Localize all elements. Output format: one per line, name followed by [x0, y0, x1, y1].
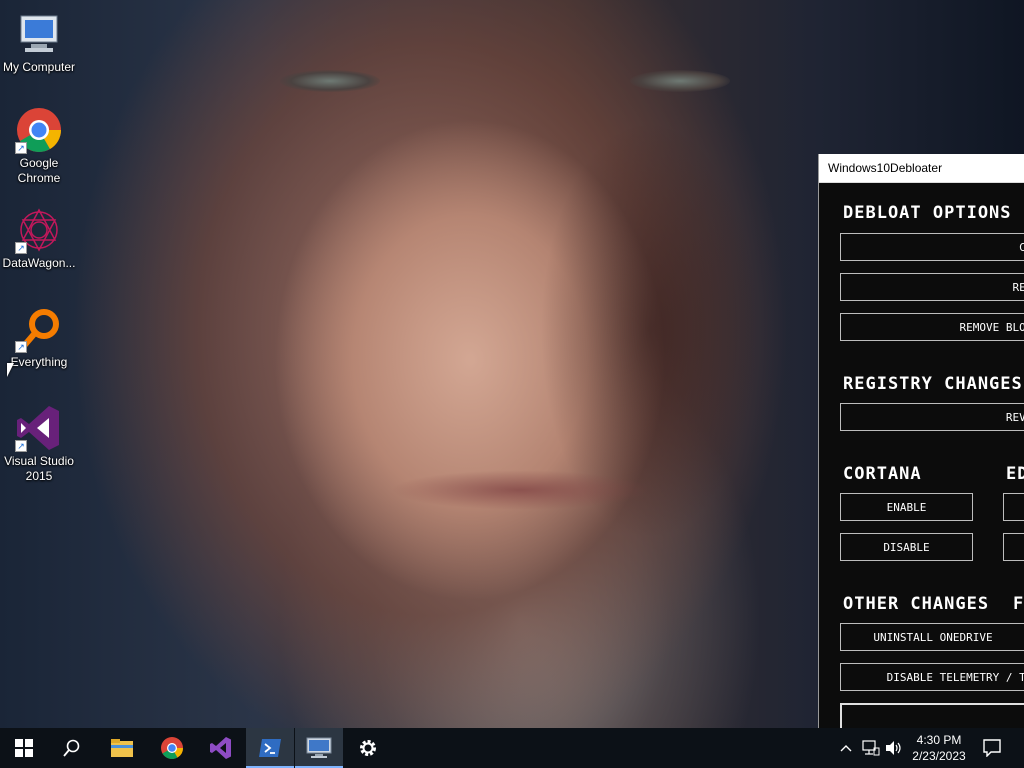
desktop-icon-label: Google Chrome: [17, 156, 61, 185]
section-registry-changes: REGISTRY CHANGES: [843, 374, 1023, 394]
tray-volume[interactable]: [884, 728, 904, 768]
shortcut-arrow-icon: ↗: [15, 440, 27, 452]
desktop-icon-everything[interactable]: ↗ Everything: [0, 305, 78, 370]
remove-all-bloatware-button[interactable]: REMO: [840, 273, 1024, 301]
taskbar-file-explorer[interactable]: [98, 728, 146, 768]
shortcut-arrow-icon: ↗: [15, 341, 27, 353]
taskbar-clock[interactable]: 4:30 PM 2/23/2023: [905, 732, 973, 764]
section-other-changes: OTHER CHANGES: [843, 594, 990, 614]
start-icon: [15, 739, 33, 757]
desktop-icon-visual-studio[interactable]: ↗ Visual Studio 2015: [0, 404, 78, 484]
datawagon-icon: ↗: [15, 206, 63, 254]
section-debloat-options: DEBLOAT OPTIONS: [843, 203, 1012, 223]
taskbar: 4:30 PM 2/23/2023: [0, 728, 1024, 768]
shortcut-arrow-icon: ↗: [15, 242, 27, 254]
edge-enable-button[interactable]: [1003, 493, 1024, 521]
remove-bloatware-whitelist-button[interactable]: REMOVE BLOAT: [840, 313, 1024, 341]
install-button[interactable]: IN: [840, 703, 1024, 728]
chevron-up-icon: [840, 745, 852, 752]
network-icon: [862, 740, 880, 756]
tray-network[interactable]: [860, 728, 882, 768]
disable-telemetry-button[interactable]: DISABLE TELEMETRY / TAS: [840, 663, 1024, 691]
settings-icon: [360, 740, 376, 756]
revert-registry-button[interactable]: REVER: [840, 403, 1024, 431]
clock-time: 4:30 PM: [916, 733, 962, 747]
desktop-icon-label: DataWagon...: [2, 256, 76, 270]
visual-studio-icon: [210, 737, 231, 759]
taskbar-powershell[interactable]: [246, 728, 294, 768]
section-edge: ED: [1006, 464, 1024, 484]
visual-studio-icon: ↗: [15, 404, 63, 452]
desktop-icon-google-chrome[interactable]: ↗ Google Chrome: [0, 106, 78, 186]
start-button[interactable]: [0, 728, 48, 768]
desktop-icon-label: My Computer: [2, 60, 76, 74]
action-center-button[interactable]: [980, 728, 1004, 768]
file-explorer-icon: [111, 739, 133, 757]
shortcut-arrow-icon: ↗: [15, 142, 27, 154]
cortana-enable-button[interactable]: ENABLE: [840, 493, 973, 521]
taskbar-chrome[interactable]: [148, 728, 196, 768]
search-button[interactable]: [48, 728, 96, 768]
window-title[interactable]: Windows10Debloater: [819, 154, 1024, 183]
wallpaper-eye-left: [280, 70, 380, 92]
taskbar-settings[interactable]: [344, 728, 392, 768]
edge-disable-button[interactable]: [1003, 533, 1024, 561]
debloater-window: Windows10Debloater DEBLOAT OPTIONS CUS R…: [818, 154, 1024, 728]
clock-date: 2/23/2023: [912, 749, 966, 763]
uninstall-onedrive-button[interactable]: UNINSTALL ONEDRIVE: [840, 623, 1024, 651]
wallpaper-mouth: [390, 470, 650, 510]
section-cortana: CORTANA: [843, 464, 922, 484]
search-icon: [63, 739, 80, 757]
notification-icon: [983, 739, 1001, 757]
cortana-disable-button[interactable]: DISABLE: [840, 533, 973, 561]
desktop-icon-datawagon[interactable]: ↗ DataWagon...: [0, 206, 78, 271]
volume-icon: [886, 741, 901, 755]
customize-button[interactable]: CUS: [840, 233, 1024, 261]
taskbar-remote-desktop[interactable]: [295, 728, 343, 768]
computer-icon: [15, 10, 63, 58]
remote-desktop-icon: [306, 737, 332, 758]
tray-show-hidden-icons[interactable]: [838, 728, 854, 768]
taskbar-visual-studio[interactable]: [197, 728, 245, 768]
section-other-changes-right: F: [1013, 594, 1024, 614]
chrome-icon: ↗: [15, 106, 63, 154]
wallpaper-eye-right: [630, 70, 730, 92]
desktop-icon-my-computer[interactable]: My Computer: [0, 10, 78, 75]
mouse-cursor-icon: [7, 363, 14, 377]
everything-search-icon: ↗: [15, 305, 63, 353]
chrome-icon: [161, 737, 183, 759]
powershell-icon: [259, 739, 281, 757]
desktop-icon-label: Visual Studio 2015: [4, 454, 74, 483]
